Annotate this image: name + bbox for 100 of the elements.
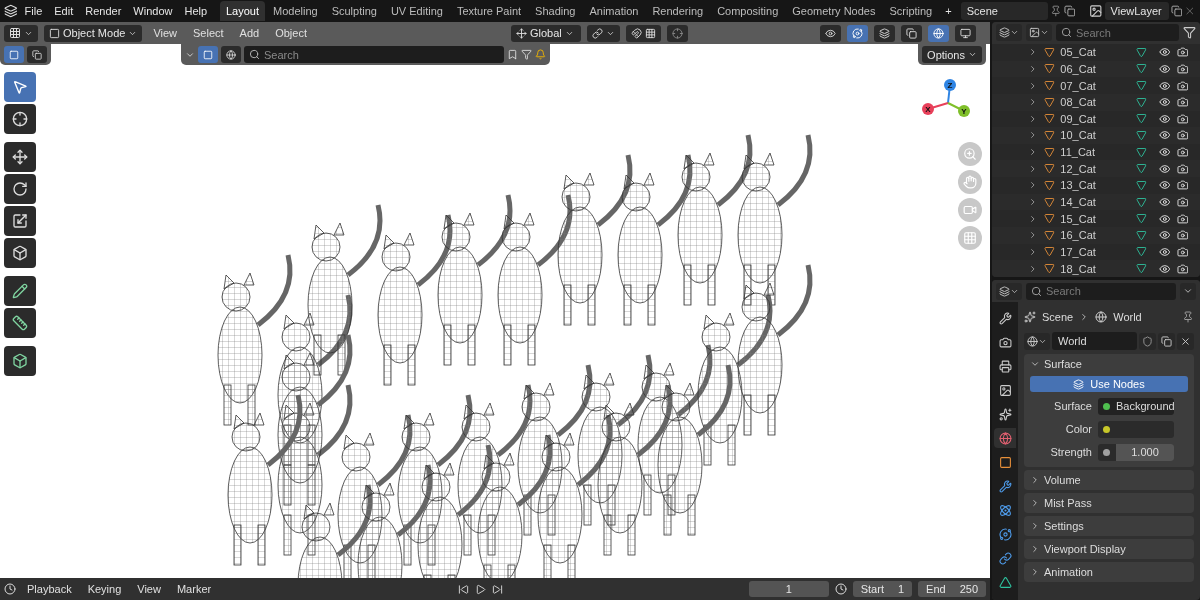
editor-type-button[interactable] <box>996 282 1022 300</box>
unlink-button[interactable] <box>1177 332 1194 350</box>
gizmo-button[interactable] <box>847 24 868 42</box>
eye-icon <box>1158 96 1171 109</box>
outliner-item[interactable]: 14_Cat <box>1060 196 1117 209</box>
play-icon <box>475 583 487 595</box>
search-field[interactable]: Search <box>244 46 504 63</box>
workspace-tab[interactable]: Texture Paint <box>450 1 528 21</box>
view-layer-field[interactable]: ViewLayer <box>1104 2 1169 20</box>
pivot-button[interactable] <box>587 24 620 42</box>
outliner-item[interactable]: 09_Cat <box>1060 112 1117 125</box>
proportional-button[interactable] <box>667 24 688 42</box>
outliner-item[interactable]: 11_Cat <box>1060 146 1117 159</box>
color-field[interactable] <box>1098 420 1174 438</box>
mesh-data-icon <box>1136 113 1147 125</box>
outliner-item[interactable]: 06_Cat <box>1060 62 1117 75</box>
tool-button[interactable] <box>4 72 36 102</box>
viewport-menu-item[interactable]: Select <box>188 27 229 39</box>
strength-field[interactable]: 1.000 <box>1098 443 1174 461</box>
outliner-item[interactable]: 08_Cat <box>1060 96 1117 109</box>
scene-field[interactable]: Scene <box>960 2 1049 20</box>
timeline-menu-item[interactable]: Keying <box>82 583 127 595</box>
outliner-item[interactable]: 18_Cat <box>1060 262 1117 275</box>
camera-icon <box>1176 79 1189 92</box>
viewport-menu-item[interactable]: Add <box>234 27 265 39</box>
tool-button[interactable] <box>4 206 36 236</box>
viewport-menu-item[interactable]: Object <box>270 27 312 39</box>
tool-button[interactable] <box>4 174 36 204</box>
panel-title[interactable]: Settings <box>1044 520 1084 532</box>
duplicate-button[interactable] <box>1158 332 1175 350</box>
panel-title[interactable]: Surface <box>1044 358 1082 370</box>
options-dropdown[interactable]: Options <box>922 46 982 63</box>
filter-button[interactable] <box>198 46 218 63</box>
menu-item[interactable]: Help <box>179 5 213 17</box>
object-filter-icon <box>203 49 213 60</box>
filter-button[interactable] <box>221 46 241 63</box>
outliner-item[interactable]: 17_Cat <box>1060 245 1117 258</box>
solid-shading-button[interactable] <box>955 24 976 42</box>
snap-button[interactable] <box>626 24 661 42</box>
add-workspace-button[interactable]: + <box>940 5 957 17</box>
select-mode-button[interactable] <box>27 46 47 63</box>
workspace-tab[interactable]: Compositing <box>711 1 785 21</box>
xray-button[interactable] <box>901 24 922 42</box>
menu-item[interactable]: Edit <box>49 5 79 17</box>
grid-icon <box>963 231 977 245</box>
outliner-item[interactable]: 05_Cat <box>1060 46 1117 59</box>
camera-icon <box>1176 212 1189 225</box>
outliner-item[interactable]: 15_Cat <box>1060 212 1117 225</box>
panel-title[interactable]: Mist Pass <box>1044 497 1092 509</box>
workspace-tab[interactable]: UV Editing <box>384 1 449 21</box>
outliner-item[interactable]: 13_Cat <box>1060 179 1117 192</box>
fake-user-button[interactable] <box>1139 332 1156 350</box>
outliner-item[interactable]: 16_Cat <box>1060 229 1117 242</box>
orientation-dropdown[interactable]: Global <box>511 24 581 42</box>
overlay-button[interactable] <box>874 24 895 42</box>
mode-dropdown[interactable]: Object Mode <box>44 24 143 42</box>
use-nodes-button[interactable]: Use Nodes <box>1030 376 1188 392</box>
tool-button[interactable] <box>4 238 36 268</box>
workspace-tab[interactable]: Shading <box>529 1 582 21</box>
workspace-tab[interactable]: Animation <box>583 1 645 21</box>
tool-button[interactable] <box>4 142 36 172</box>
workspace-tab[interactable]: Scripting <box>883 1 939 21</box>
panel-title[interactable]: Animation <box>1044 566 1093 578</box>
axis-gizmo[interactable]: Z X Y <box>920 77 980 127</box>
start-frame-field[interactable]: Start 1 <box>852 581 913 597</box>
wireframe-shading-button[interactable] <box>928 24 949 42</box>
display-mode-button[interactable] <box>996 24 1022 42</box>
world-name-field[interactable]: World <box>1052 332 1137 350</box>
visibility-button[interactable] <box>820 24 841 42</box>
timeline-menu-item[interactable]: Marker <box>171 583 217 595</box>
viewport-menu-item[interactable]: View <box>148 27 183 39</box>
timeline-menu-item[interactable]: Playback <box>22 583 77 595</box>
workspace-tab[interactable]: Geometry Nodes <box>786 1 882 21</box>
search-field[interactable]: Search <box>1026 282 1176 300</box>
menu-item[interactable]: File <box>19 5 48 17</box>
outliner-item[interactable]: 10_Cat <box>1060 129 1117 142</box>
current-frame-field[interactable]: 1 <box>748 581 829 597</box>
workspace-tab[interactable]: Modeling <box>267 1 324 21</box>
select-mode-icon <box>32 49 42 60</box>
tool-button[interactable] <box>4 104 36 134</box>
tool-button[interactable] <box>4 308 36 338</box>
menu-item[interactable]: Render <box>80 5 127 17</box>
workspace-tab[interactable]: Layout <box>219 1 265 21</box>
menu-item[interactable]: Window <box>128 5 178 17</box>
workspace-tab[interactable]: Sculpting <box>325 1 383 21</box>
tool-button[interactable] <box>4 276 36 306</box>
outliner-item[interactable]: 12_Cat <box>1060 162 1117 175</box>
panel-title[interactable]: Volume <box>1044 474 1081 486</box>
end-frame-field[interactable]: End 250 <box>918 581 986 597</box>
workspace-tab[interactable]: Rendering <box>646 1 710 21</box>
timeline-menu-item[interactable]: View <box>132 583 166 595</box>
shader-field[interactable]: Background <box>1098 397 1174 415</box>
editor-type-button[interactable] <box>4 24 38 42</box>
outliner-item[interactable]: 07_Cat <box>1060 79 1117 92</box>
world-browse-button[interactable] <box>1024 332 1050 350</box>
panel-title[interactable]: Viewport Display <box>1044 543 1126 555</box>
search-field[interactable]: Search <box>1056 24 1179 42</box>
tool-button[interactable] <box>4 346 36 376</box>
wrench-icon <box>998 479 1012 493</box>
filter-layer-button[interactable] <box>1026 24 1052 42</box>
